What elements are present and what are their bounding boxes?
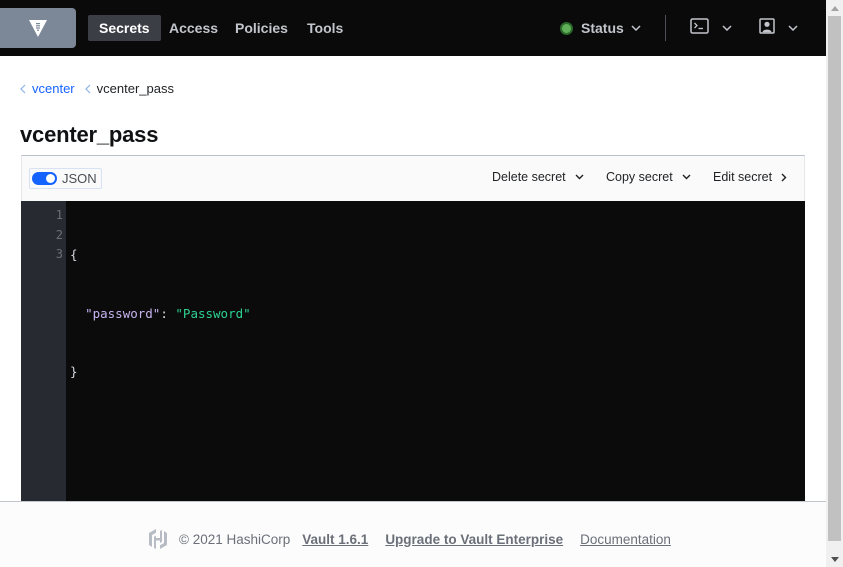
scrollbar-thumb[interactable] (828, 16, 841, 541)
chevron-down-icon (682, 174, 691, 180)
line-number: 1 (55, 208, 63, 222)
chevron-down-icon (788, 25, 798, 31)
edit-secret-button[interactable]: Edit secret (713, 170, 787, 184)
breadcrumb-item: vcenter (20, 81, 75, 96)
upgrade-enterprise-link[interactable]: Upgrade to Vault Enterprise (385, 532, 563, 547)
nav-tab-access[interactable]: Access (158, 15, 229, 41)
line-number: 2 (55, 227, 63, 242)
editor-code[interactable]: { "password": "Password" } (70, 206, 251, 421)
vault-logo-icon (28, 18, 48, 38)
copy-secret-button[interactable]: Copy secret (606, 170, 691, 184)
chevron-down-icon (722, 25, 732, 31)
json-value: "Password" (175, 305, 251, 321)
code-line: } (70, 362, 251, 382)
page-title: vcenter_pass (20, 122, 159, 147)
json-toggle[interactable]: JSON (29, 168, 102, 189)
line-numbers: 1 2 3 (21, 206, 63, 265)
json-key: "password" (85, 305, 161, 321)
console-menu-button[interactable] (690, 16, 732, 40)
nav-tab-secrets[interactable]: Secrets (88, 15, 161, 41)
page-scrollbar[interactable] (826, 0, 843, 567)
chevron-down-icon (631, 25, 641, 31)
delete-secret-button[interactable]: Delete secret (492, 170, 584, 184)
chevron-left-icon (84, 84, 91, 94)
breadcrumb-item: vcenter_pass (84, 81, 174, 96)
chevron-right-icon (781, 173, 787, 182)
documentation-link[interactable]: Documentation (580, 532, 671, 547)
status-menu-button[interactable]: Status (560, 16, 641, 40)
chevron-left-icon (20, 84, 26, 94)
vault-version-link[interactable]: Vault 1.6.1 (302, 532, 368, 547)
hashicorp-logo-icon (148, 528, 168, 550)
status-label: Status (581, 20, 624, 36)
arrow-down-icon (830, 556, 839, 562)
top-navbar: Secrets Access Policies Tools Status (0, 0, 826, 56)
footer: © 2021 HashiCorp Vault 1.6.1 Upgrade to … (0, 502, 826, 567)
copy-secret-label: Copy secret (606, 170, 673, 184)
toggle-switch-icon (32, 172, 57, 185)
line-number: 3 (55, 247, 63, 261)
user-icon (759, 17, 775, 39)
secret-toolbar: JSON Delete secret Copy secret Edit secr… (21, 155, 805, 201)
nav-divider (665, 15, 666, 41)
scroll-up-button[interactable] (826, 0, 843, 16)
code-line: "password": "Password" (70, 304, 251, 324)
status-indicator-icon (560, 21, 573, 35)
home-logo-button[interactable] (0, 8, 76, 48)
json-editor[interactable]: 1 2 3 { "password": "Password" } (21, 201, 805, 501)
editor-gutter: 1 2 3 (21, 201, 66, 501)
terminal-icon (690, 17, 709, 39)
chevron-down-icon (575, 174, 584, 180)
breadcrumb-current: vcenter_pass (96, 81, 174, 96)
nav-tab-tools[interactable]: Tools (296, 15, 354, 41)
breadcrumb: vcenter vcenter_pass (20, 81, 184, 96)
user-menu-button[interactable] (759, 16, 798, 40)
close-brace: } (70, 364, 78, 379)
page: Secrets Access Policies Tools Status vce… (0, 0, 826, 567)
delete-secret-label: Delete secret (492, 170, 566, 184)
footer-copyright: © 2021 HashiCorp (179, 531, 291, 547)
arrow-up-icon (830, 5, 839, 11)
breadcrumb-link-vcenter[interactable]: vcenter (32, 81, 75, 96)
edit-secret-label: Edit secret (713, 170, 773, 184)
code-line: { (70, 245, 251, 265)
nav-tab-policies[interactable]: Policies (224, 15, 299, 41)
scroll-down-button[interactable] (826, 551, 843, 567)
json-toggle-label: JSON (62, 171, 97, 186)
open-brace: { (70, 247, 78, 262)
json-colon: : (160, 305, 176, 321)
